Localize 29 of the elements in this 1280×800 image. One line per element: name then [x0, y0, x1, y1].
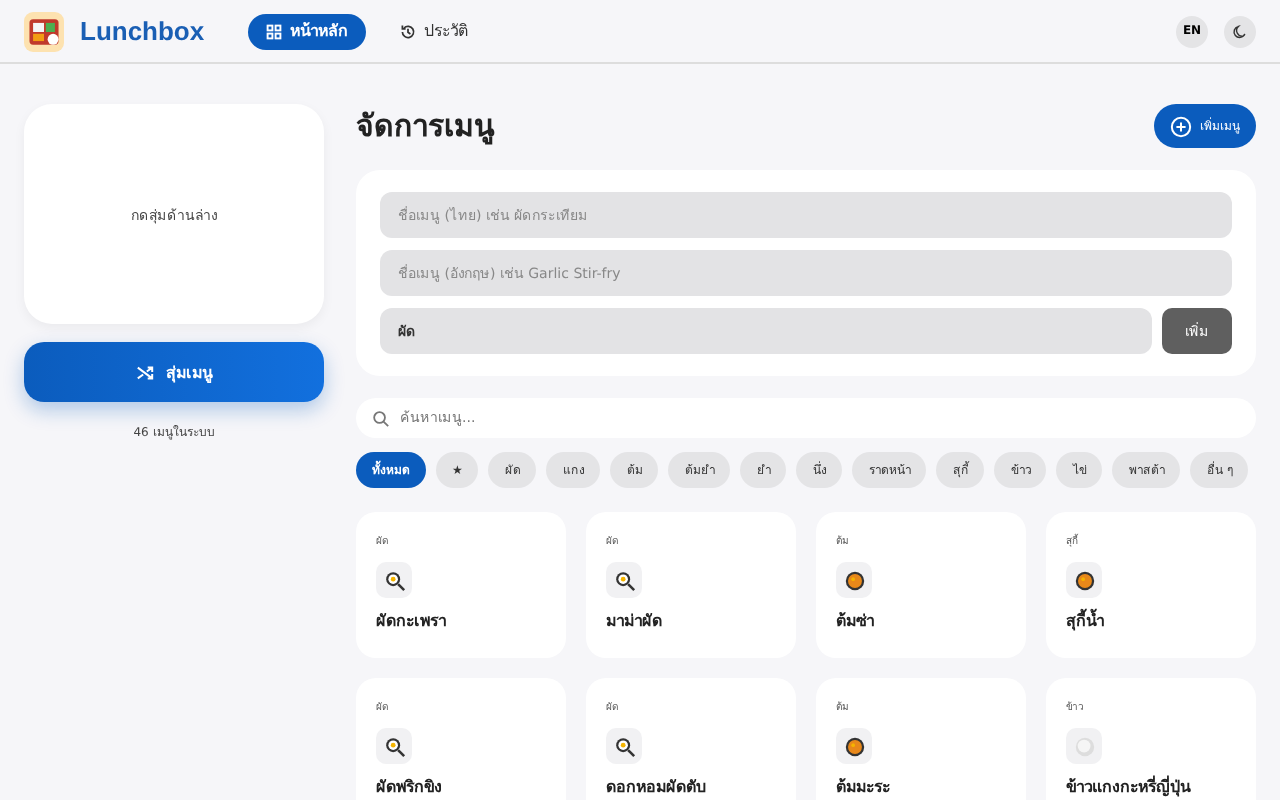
menu-name: ผัดกะเพรา: [376, 610, 446, 634]
menu-name: ข้าวแกงกะหรี่ญี่ปุ่น: [1066, 774, 1190, 800]
random-button[interactable]: สุ่มเมนู: [24, 342, 324, 402]
search-icon: [372, 410, 390, 428]
brand-name: Lunchbox: [80, 16, 205, 46]
soup-bowl-icon: [1073, 569, 1095, 591]
menu-name: ผัดพริกขิง: [376, 776, 442, 800]
history-icon: [400, 23, 417, 39]
nav-tab[interactable]: หน้าหลัก: [248, 13, 367, 49]
nav-tab[interactable]: ประวัติ: [382, 13, 487, 49]
page-title: จัดการเมนู: [356, 106, 494, 149]
grid-icon: [266, 23, 283, 39]
menu-name: มาม่าผัด: [606, 610, 662, 634]
frying-pan-egg-icon: [613, 735, 635, 757]
plus-circle-icon: [1170, 115, 1192, 137]
rice-bowl-icon: [1073, 735, 1095, 757]
frying-pan-egg-icon: [383, 735, 405, 757]
menu-name: สุกี้น้ำ: [1066, 608, 1104, 634]
dark-mode-button[interactable]: [1224, 15, 1256, 47]
soup-bowl-icon: [843, 735, 865, 757]
soup-bowl-icon: [843, 569, 865, 591]
menu-name: ต้มซ่า: [836, 610, 874, 634]
menu-name: ดอกหอมผัดตับ: [606, 776, 706, 800]
moon-icon: [1232, 23, 1248, 39]
menu-name: ต้มมะระ: [836, 776, 890, 800]
frying-pan-egg-icon: [613, 569, 635, 591]
frying-pan-egg-icon: [383, 569, 405, 591]
shuffle-icon: [136, 363, 154, 381]
lunchbox-logo-icon: [24, 11, 64, 51]
